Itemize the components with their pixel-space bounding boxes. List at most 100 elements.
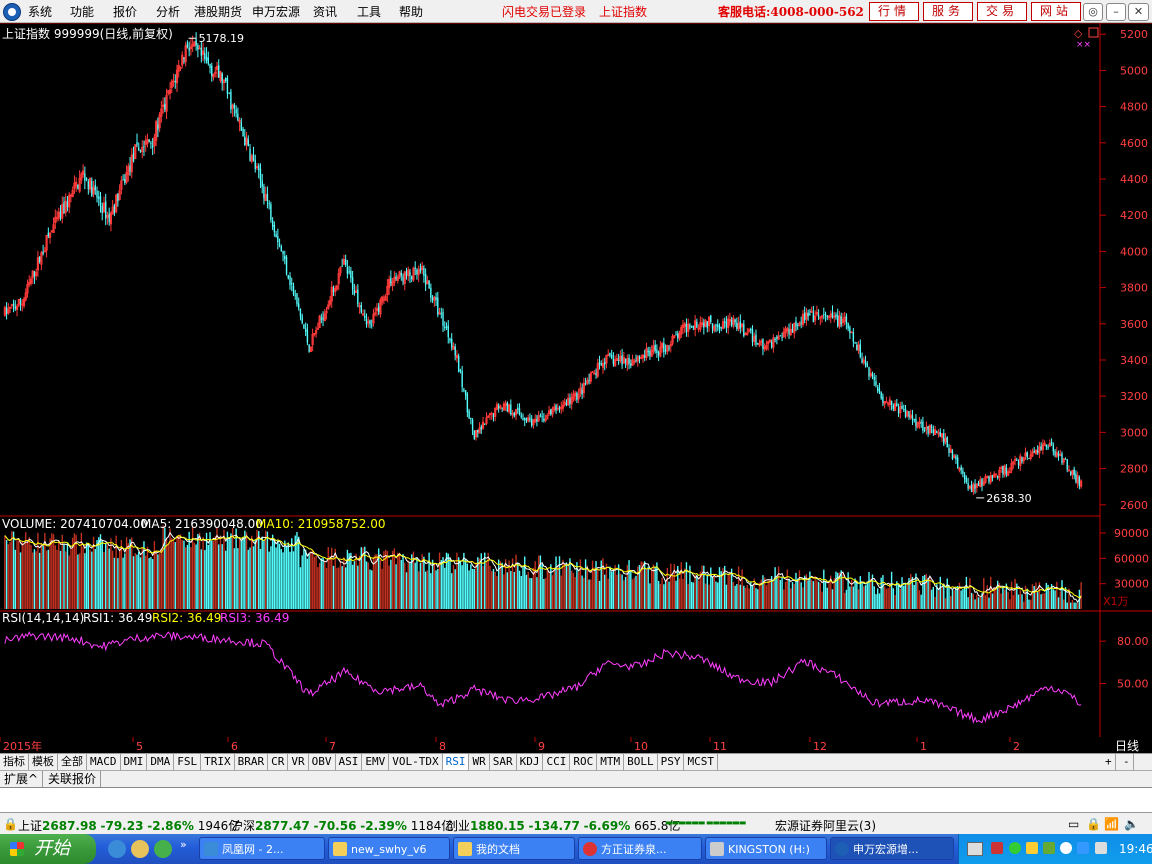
volume-bar	[988, 597, 990, 609]
options-icon[interactable]: ◎	[1083, 3, 1103, 21]
volume-icon[interactable]	[1095, 842, 1107, 854]
volume-bar	[442, 557, 444, 609]
chevron-right-icon[interactable]: »	[180, 838, 187, 851]
candle	[484, 423, 486, 425]
task-founder[interactable]: 方正证券泉...	[578, 837, 702, 860]
period-label[interactable]: 日线	[1102, 737, 1152, 753]
candle	[164, 103, 166, 110]
tab-roc[interactable]: ROC	[570, 754, 598, 770]
quicklaunch-icon[interactable]	[131, 840, 149, 858]
tab-kdj[interactable]: KDJ	[517, 754, 544, 770]
tab-trix[interactable]: TRIX	[201, 754, 235, 770]
tab-brar[interactable]: BRAR	[235, 754, 269, 770]
quote-button[interactable]: 行情	[869, 2, 919, 21]
tab-asi[interactable]: ASI	[336, 754, 363, 770]
tab-obv[interactable]: OBV	[309, 754, 336, 770]
volume-bar	[897, 583, 900, 609]
tab-dma[interactable]: DMA	[147, 754, 175, 770]
task-my-documents[interactable]: 我的文档	[453, 837, 575, 860]
menu-quote[interactable]: 报价	[113, 3, 137, 20]
service-button[interactable]: 服务	[923, 2, 973, 21]
candle	[440, 313, 442, 315]
tab-全部[interactable]: 全部	[58, 754, 87, 770]
candle	[1052, 445, 1055, 452]
candle	[877, 387, 879, 391]
volume-bar	[701, 565, 703, 609]
menu-hk-futures[interactable]: 港股期货	[194, 3, 242, 20]
signal-icon[interactable]: 📶	[1104, 817, 1119, 831]
volume-bar	[106, 544, 109, 609]
volume-bar	[244, 530, 246, 609]
tab-macd[interactable]: MACD	[87, 754, 121, 770]
tab-mtm[interactable]: MTM	[597, 754, 625, 770]
menu-news[interactable]: 资讯	[313, 3, 337, 20]
zoom-out-button[interactable]: -	[1120, 754, 1134, 770]
website-button[interactable]: 网站	[1031, 2, 1081, 21]
candle	[341, 265, 343, 267]
keyboard-icon[interactable]	[967, 842, 983, 856]
tab-vr[interactable]: VR	[288, 754, 309, 770]
tab-模板[interactable]: 模板	[29, 754, 58, 770]
tab-emv[interactable]: EMV	[362, 754, 390, 770]
ticker-hs[interactable]: 沪深2877.47 -70.56 -2.39% 1184亿	[231, 817, 453, 834]
menu-swhy[interactable]: 申万宏源	[252, 3, 300, 20]
volume-bar	[529, 577, 531, 609]
minimize-icon[interactable]: –	[1106, 3, 1126, 21]
broker-server[interactable]: 宏源证券阿里云(3)	[775, 817, 876, 834]
ticker-sh[interactable]: 上证2687.98 -79.23 -2.86% 1946亿	[18, 817, 240, 834]
tab-extend[interactable]: 扩展^	[0, 771, 44, 787]
volume-bar	[484, 552, 486, 609]
volume-bar	[564, 564, 566, 609]
menu-help[interactable]: 帮助	[399, 3, 423, 20]
candle	[1036, 450, 1039, 453]
task-folder-swhy[interactable]: new_swhy_v6	[328, 837, 450, 860]
tab-指标[interactable]: 指标	[0, 754, 29, 770]
volume-bar	[727, 573, 729, 609]
tray-shield-icon[interactable]	[1077, 842, 1089, 854]
menu-tools[interactable]: 工具	[357, 3, 381, 20]
start-button[interactable]: 开始	[0, 834, 96, 864]
tab-rsi[interactable]: RSI	[442, 754, 470, 770]
volume-bar	[553, 569, 555, 609]
tab-boll[interactable]: BOLL	[624, 754, 658, 770]
menu-system[interactable]: 系统	[28, 3, 52, 20]
trade-button[interactable]: 交易	[977, 2, 1027, 21]
volume-bar	[577, 571, 580, 609]
kline-chart[interactable]: 2600 2800 3000 3200 3400 3600 3800 4000 4200 4400…	[0, 22, 1152, 737]
tray-app-icon[interactable]	[991, 842, 1003, 854]
tab-sar[interactable]: SAR	[490, 754, 517, 770]
browser-icon[interactable]	[154, 840, 172, 858]
volume-bar	[216, 527, 218, 609]
tray-info-icon[interactable]	[1060, 842, 1072, 854]
tray-update-icon[interactable]	[1026, 842, 1038, 854]
tab-wr[interactable]: WR	[469, 754, 490, 770]
tab-dmi[interactable]: DMI	[121, 754, 148, 770]
menu-analysis[interactable]: 分析	[156, 3, 180, 20]
zoom-in-button[interactable]: +	[1102, 754, 1116, 770]
task-ifeng[interactable]: 凤凰网 - 2...	[199, 837, 325, 860]
ticker-cy[interactable]: 创业1880.15 -134.77 -6.69% 665.8亿	[446, 817, 680, 834]
close-icon[interactable]: ✕	[1128, 3, 1149, 21]
tab-fsl[interactable]: FSL	[174, 754, 202, 770]
ie-icon[interactable]	[108, 840, 126, 858]
panel-icon[interactable]: ▭	[1068, 817, 1079, 831]
tab-related-quote[interactable]: 关联报价	[44, 771, 102, 787]
tray-usb-icon[interactable]	[1043, 842, 1055, 854]
speaker-icon[interactable]: 🔈	[1124, 817, 1139, 831]
tab-mcst[interactable]: MCST	[684, 754, 718, 770]
tab-cr[interactable]: CR	[268, 754, 289, 770]
lock-icon[interactable]: 🔒	[1086, 817, 1101, 831]
task-kingston[interactable]: KINGSTON (H:)	[705, 837, 827, 860]
network-icon[interactable]	[1009, 842, 1021, 854]
volume-bar	[1024, 585, 1027, 609]
ticker-bar: 🔒 上证2687.98 -79.23 -2.86% 1946亿 沪深2877.4…	[0, 812, 1152, 835]
tab-psy[interactable]: PSY	[658, 754, 685, 770]
tab-cci[interactable]: CCI	[543, 754, 571, 770]
tab-vol-tdx[interactable]: VOL-TDX	[389, 754, 443, 770]
menu-function[interactable]: 功能	[70, 3, 94, 20]
volume-bar	[299, 567, 302, 609]
task-swhy-app[interactable]: 申万宏源增...	[830, 837, 954, 860]
chart-area[interactable]: 2600 2800 3000 3200 3400 3600 3800 4000 4200 4400…	[0, 22, 1152, 737]
candle	[437, 297, 439, 315]
volume-bar	[963, 586, 966, 609]
